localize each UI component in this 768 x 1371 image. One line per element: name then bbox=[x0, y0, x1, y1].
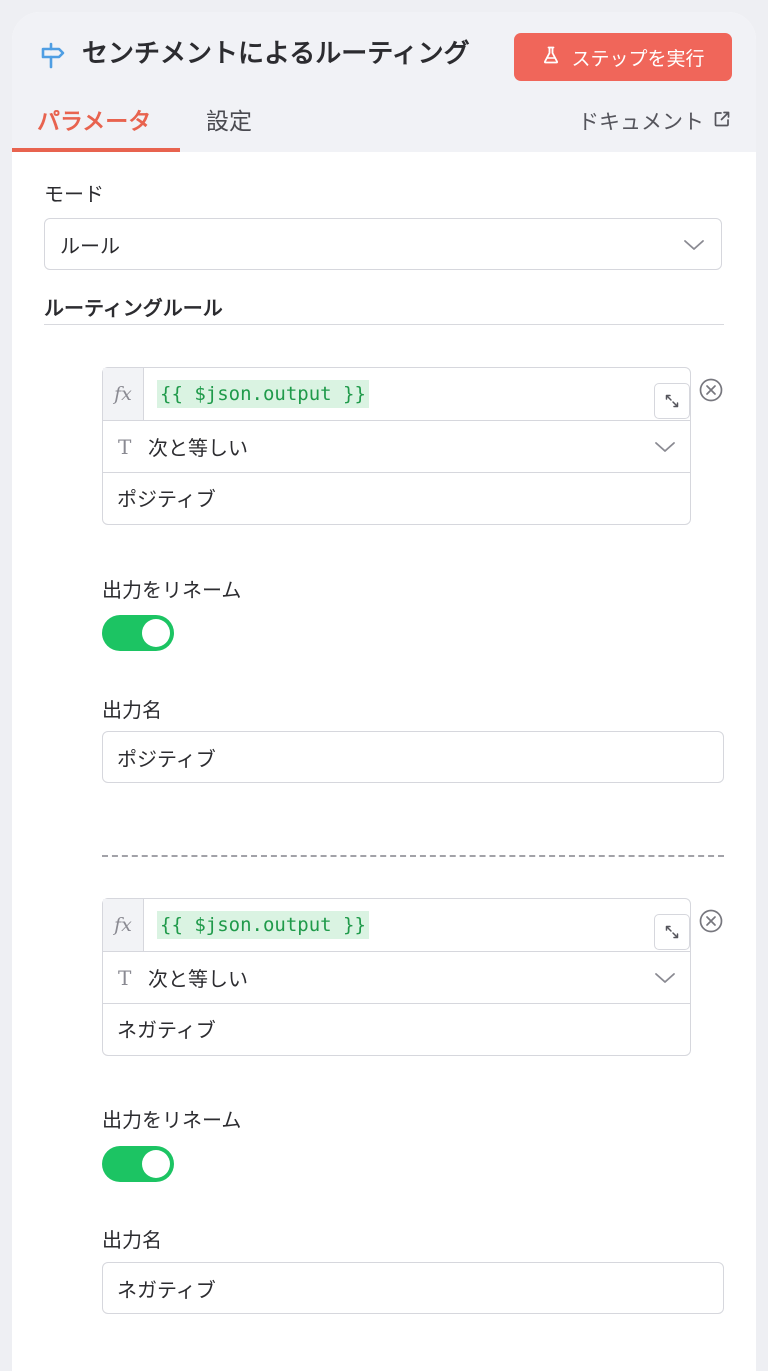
operator-label: 次と等しい bbox=[148, 436, 248, 460]
rule-condition-2: fx {{ $json.output }} T 次と等しい ネガティブ bbox=[102, 898, 691, 1056]
output-name-label: 出力名 bbox=[102, 1228, 162, 1252]
chevron-down-icon bbox=[684, 240, 704, 250]
rename-output-toggle[interactable] bbox=[102, 1146, 174, 1182]
docs-label: ドキュメント bbox=[578, 110, 704, 134]
routing-rules-heading: ルーティングルール bbox=[44, 296, 223, 320]
active-tab-indicator bbox=[12, 148, 180, 152]
toggle-knob bbox=[142, 1150, 170, 1178]
text-type-icon: T bbox=[118, 965, 132, 990]
output-name-label: 出力名 bbox=[102, 698, 162, 722]
text-type-icon: T bbox=[118, 434, 132, 459]
rename-output-toggle[interactable] bbox=[102, 615, 174, 651]
chevron-down-icon bbox=[655, 442, 675, 452]
fx-icon: fx bbox=[103, 368, 144, 420]
row-divider bbox=[103, 472, 690, 473]
flask-icon bbox=[541, 45, 561, 70]
panel-header: センチメントによるルーティング ステップを実行 パラメータ 設定 ドキュメント bbox=[12, 12, 756, 152]
expand-icon bbox=[665, 925, 679, 939]
expand-icon bbox=[665, 394, 679, 408]
docs-link[interactable]: ドキュメント bbox=[578, 104, 732, 140]
mode-value: ルール bbox=[60, 233, 120, 258]
operator-select[interactable]: T 次と等しい bbox=[103, 421, 690, 472]
fx-icon: fx bbox=[103, 899, 144, 951]
external-link-icon bbox=[712, 104, 732, 140]
node-title: センチメントによるルーティング bbox=[82, 39, 470, 69]
run-step-button[interactable]: ステップを実行 bbox=[514, 33, 732, 81]
remove-rule-icon[interactable] bbox=[698, 377, 724, 403]
expand-button[interactable] bbox=[654, 914, 690, 950]
remove-rule-icon[interactable] bbox=[698, 908, 724, 934]
chevron-down-icon bbox=[655, 973, 675, 983]
mode-label: モード bbox=[44, 182, 104, 206]
rename-output-label: 出力をリネーム bbox=[102, 578, 242, 602]
output-name-input[interactable] bbox=[102, 1262, 724, 1314]
rule-separator bbox=[102, 855, 724, 857]
tab-settings[interactable]: 設定 bbox=[206, 102, 252, 142]
run-step-label: ステップを実行 bbox=[571, 47, 705, 70]
expression-field[interactable]: {{ $json.output }} bbox=[157, 911, 369, 939]
rule-condition-1: fx {{ $json.output }} T 次と等しい ポジティブ bbox=[102, 367, 691, 525]
section-divider bbox=[44, 324, 724, 325]
operator-select[interactable]: T 次と等しい bbox=[103, 952, 690, 1003]
row-divider bbox=[103, 1003, 690, 1004]
signpost-icon bbox=[38, 40, 68, 70]
value-field[interactable]: ネガティブ bbox=[117, 1005, 216, 1055]
value-field[interactable]: ポジティブ bbox=[117, 474, 216, 524]
output-name-input[interactable] bbox=[102, 731, 724, 783]
expression-field[interactable]: {{ $json.output }} bbox=[157, 380, 369, 408]
toggle-knob bbox=[142, 619, 170, 647]
operator-label: 次と等しい bbox=[148, 967, 248, 991]
expand-button[interactable] bbox=[654, 383, 690, 419]
rename-output-label: 出力をリネーム bbox=[102, 1108, 242, 1132]
node-panel: センチメントによるルーティング ステップを実行 パラメータ 設定 ドキュメント bbox=[12, 12, 756, 1371]
mode-select[interactable]: ルール bbox=[44, 218, 722, 270]
tab-parameters[interactable]: パラメータ bbox=[37, 102, 151, 142]
